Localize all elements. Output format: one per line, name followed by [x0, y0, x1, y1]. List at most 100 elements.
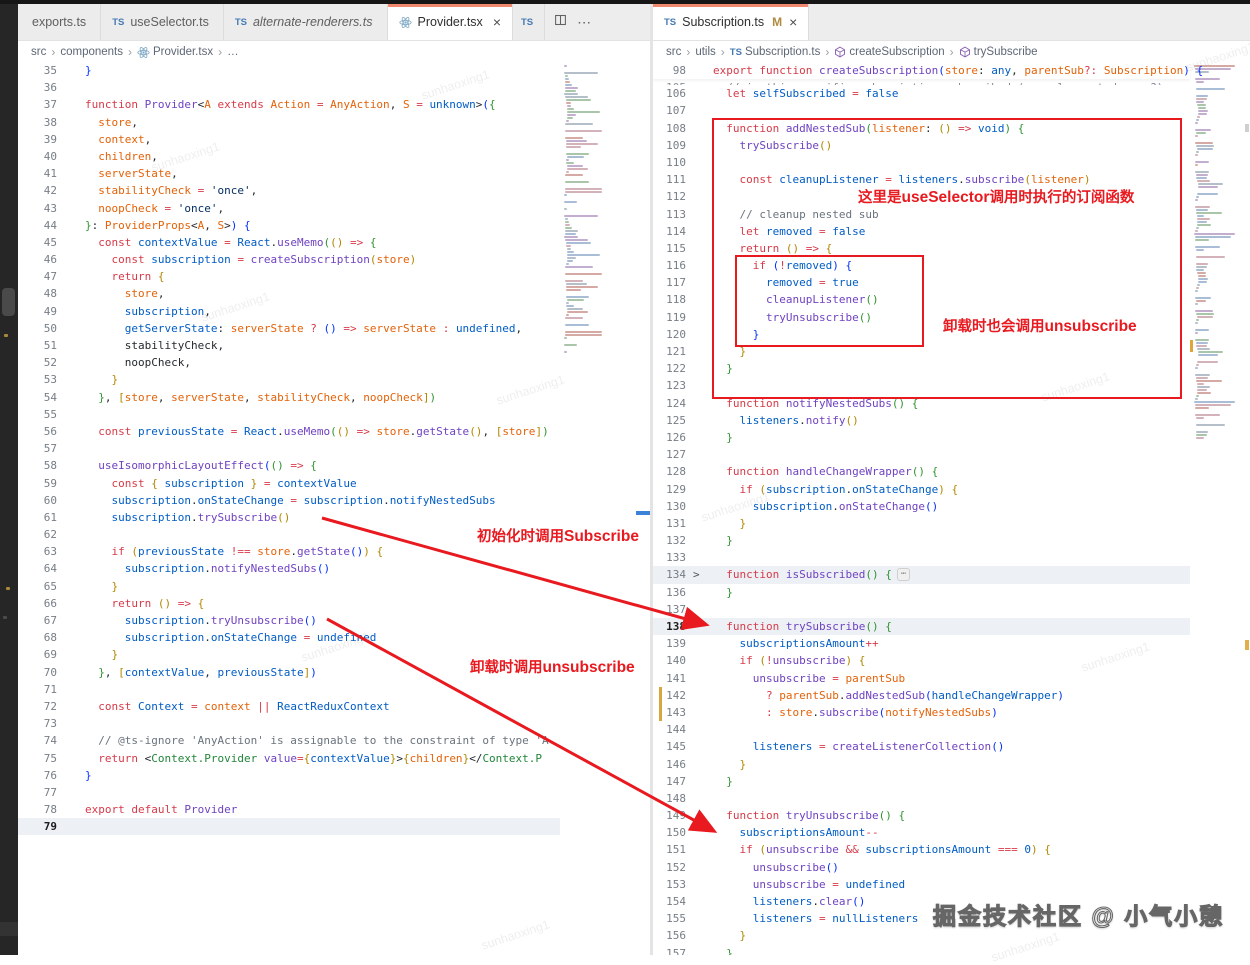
code-line[interactable]: 127 [653, 446, 1190, 463]
breadcrumb-item[interactable]: components [60, 46, 123, 58]
breadcrumb-item[interactable]: src [31, 46, 46, 58]
code-line[interactable]: 134 > function isSubscribed() {⋯ [653, 566, 1190, 584]
code-line[interactable]: 122 } [653, 360, 1190, 377]
code-line[interactable]: 79 [18, 818, 560, 836]
split-editor-icon[interactable] [554, 13, 567, 31]
code-line[interactable]: 98 export function createSubscription(sto… [653, 62, 1203, 80]
code-line[interactable]: 128 function handleChangeWrapper() { [653, 463, 1190, 480]
tab-stub[interactable]: TS [513, 4, 546, 40]
code-line[interactable]: 53 } [18, 371, 560, 388]
code-line[interactable]: 65 } [18, 578, 560, 595]
code-line[interactable]: 132 } [653, 532, 1190, 549]
code-line[interactable]: 40 children, [18, 148, 560, 165]
code-line[interactable]: 44}: ProviderProps<A, S>) { [18, 217, 560, 234]
code-line[interactable]: 73 [18, 715, 560, 732]
tab-alternate-renderers-ts[interactable]: TS alternate-renderers.ts [223, 4, 388, 40]
code-line[interactable]: 35} [18, 62, 560, 79]
code-line[interactable]: 38 store, [18, 114, 560, 131]
code-line[interactable]: 116 if (!removed) { [653, 257, 1190, 274]
code-line[interactable]: 61 subscription.trySubscribe() [18, 509, 560, 526]
code-line[interactable]: 55 [18, 406, 560, 423]
code-line[interactable]: 143 : store.subscribe(notifyNestedSubs) [653, 703, 1190, 722]
code-line[interactable]: 52 noopCheck, [18, 354, 560, 371]
tab-useselector-ts[interactable]: TS useSelector.ts [101, 4, 224, 40]
code-line[interactable]: 109 trySubscribe() [653, 137, 1190, 154]
breadcrumb-item[interactable]: … [227, 46, 239, 58]
code-line[interactable]: 144 [653, 721, 1190, 738]
code-line[interactable]: 140 if (!unsubscribe) { [653, 652, 1190, 669]
code-line[interactable]: 121 } [653, 343, 1190, 360]
breadcrumb-item[interactable]: trySubscribe [959, 46, 1038, 58]
code-line[interactable]: 137 [653, 601, 1190, 618]
editor-left[interactable]: 35} 36 37 function Provider<A extends Actio… [18, 62, 560, 836]
code-line[interactable]: 138 function trySubscribe() { [653, 618, 1190, 636]
code-line[interactable]: 142 ? parentSub.addNestedSub(handleChang… [653, 686, 1190, 704]
code-line[interactable]: 124 function notifyNestedSubs() { [653, 395, 1190, 412]
code-line[interactable]: 75 return <Context.Provider value={conte… [18, 750, 560, 767]
code-line[interactable]: 149 function tryUnsubscribe() { [653, 807, 1190, 824]
breadcrumb-item[interactable]: createSubscription [834, 46, 945, 58]
fold-chevron-icon[interactable]: > [693, 566, 700, 583]
code-line[interactable]: 133 [653, 549, 1190, 566]
breadcrumb-item[interactable]: utils [695, 46, 715, 58]
code-line[interactable]: 37 function Provider<A extends Action = A… [18, 96, 560, 113]
close-icon[interactable]: × [789, 15, 797, 29]
code-line[interactable]: 147 } [653, 773, 1190, 790]
code-line[interactable]: 68 subscription.onStateChange = undefine… [18, 629, 560, 646]
code-line[interactable]: 54 }, [store, serverState, stabilityChec… [18, 389, 560, 406]
code-line[interactable]: 107 [653, 102, 1190, 119]
code-line[interactable]: 146 } [653, 756, 1190, 773]
code-line[interactable]: 59 const { subscription } = contextValue [18, 475, 560, 492]
code-line[interactable]: 56 const previousState = React.useMemo((… [18, 423, 560, 440]
code-line[interactable]: 42 stabilityCheck = 'once', [18, 182, 560, 199]
code-line[interactable]: 125 listeners.notify() [653, 412, 1190, 429]
tab-subscription-ts[interactable]: TS Subscription.ts M × [653, 4, 810, 40]
close-icon[interactable]: × [493, 15, 501, 29]
code-line[interactable]: 51 stabilityCheck, [18, 337, 560, 354]
breadcrumb-item[interactable]: Provider.tsx [137, 46, 213, 59]
code-line[interactable]: 141 unsubscribe = parentSub [653, 670, 1190, 687]
code-line[interactable]: 115 return () => { [653, 240, 1190, 257]
code-line[interactable]: 43 noopCheck = 'once', [18, 200, 560, 217]
code-line[interactable]: 156 } [653, 927, 1190, 944]
code-line[interactable]: 154 listeners.clear() [653, 893, 1190, 910]
breadcrumb-item[interactable]: src [666, 46, 681, 58]
code-line[interactable]: 153 unsubscribe = undefined [653, 876, 1190, 893]
code-line[interactable]: 46 const subscription = createSubscripti… [18, 251, 560, 268]
code-line[interactable]: 72 const Context = context || ReactRedux… [18, 698, 560, 715]
code-line[interactable]: 78 export default Provider [18, 801, 560, 818]
code-line[interactable]: 152 unsubscribe() [653, 859, 1190, 876]
code-line[interactable]: 108 function addNestedSub(listener: () =… [653, 120, 1190, 137]
code-line[interactable]: 77 [18, 784, 560, 801]
code-line[interactable]: 114 let removed = false [653, 223, 1190, 240]
minimap-right[interactable] [1190, 62, 1245, 440]
code-line[interactable]: 150 subscriptionsAmount-- [653, 824, 1190, 841]
code-line[interactable]: 45 const contextValue = React.useMemo(()… [18, 234, 560, 251]
code-line[interactable]: 39 context, [18, 131, 560, 148]
code-line[interactable]: 155 listeners = nullListeners [653, 910, 1190, 927]
code-line[interactable]: 139 subscriptionsAmount++ [653, 635, 1190, 652]
code-line[interactable]: 57 [18, 440, 560, 457]
code-line[interactable]: 106 let selfSubscribed = false [653, 85, 1190, 102]
code-line[interactable]: 71 [18, 681, 560, 698]
code-line[interactable]: 49 subscription, [18, 303, 560, 320]
editor-group-divider[interactable] [650, 4, 653, 955]
more-actions-icon[interactable]: ⋯ [577, 14, 592, 31]
code-line[interactable]: 66 return () => { [18, 595, 560, 612]
code-line[interactable]: 131 } [653, 515, 1190, 532]
code-line[interactable]: 50 getServerState: serverState ? () => s… [18, 320, 560, 337]
code-line[interactable]: 36 [18, 79, 560, 96]
code-line[interactable]: 145 listeners = createListenerCollection… [653, 738, 1190, 755]
code-line[interactable]: 157 } [653, 945, 1190, 955]
code-line[interactable]: 60 subscription.onStateChange = subscrip… [18, 492, 560, 509]
code-line[interactable]: 76} [18, 767, 560, 784]
code-line[interactable]: 64 subscription.notifyNestedSubs() [18, 560, 560, 577]
code-line[interactable]: 130 subscription.onStateChange() [653, 498, 1190, 515]
code-line[interactable]: 129 if (subscription.onStateChange) { [653, 481, 1190, 498]
code-line[interactable]: 74 // @ts-ignore 'AnyAction' is assignab… [18, 732, 560, 749]
code-line[interactable]: 123 [653, 377, 1190, 394]
tab-exports-ts[interactable]: exports.ts [18, 4, 102, 40]
code-line[interactable]: 47 return { [18, 268, 560, 285]
breadcrumb-item[interactable]: TS Subscription.ts [730, 46, 821, 58]
tab-provider-tsx[interactable]: Provider.tsx × [387, 4, 513, 40]
